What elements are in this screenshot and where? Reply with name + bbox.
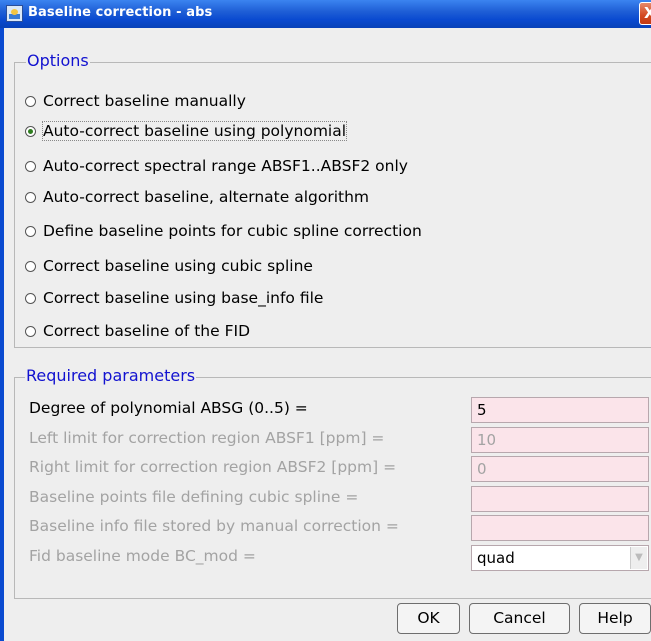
app-icon (6, 5, 23, 22)
option-label: Correct baseline of the FID (43, 322, 251, 340)
radio-selected-icon[interactable] (25, 125, 36, 137)
absg-input[interactable]: 5 (471, 397, 649, 423)
option-base-info-file[interactable]: Correct baseline using base_info file (25, 287, 323, 309)
ok-button[interactable]: OK (397, 603, 460, 634)
radio-icon[interactable] (25, 325, 36, 337)
option-label: Correct baseline manually (43, 92, 246, 110)
param-label: Left limit for correction region ABSF1 [… (29, 429, 385, 447)
window-frame-left (0, 28, 4, 641)
help-button[interactable]: Help (579, 603, 651, 634)
param-label: Baseline info file stored by manual corr… (29, 517, 399, 535)
close-button[interactable]: X (639, 2, 651, 25)
radio-icon[interactable] (25, 191, 36, 203)
spline-file-input[interactable] (471, 486, 649, 512)
param-label: Fid baseline mode BC_mod = (29, 547, 256, 565)
base-info-file-input[interactable] (471, 515, 649, 541)
option-cubic-spline[interactable]: Correct baseline using cubic spline (25, 255, 313, 277)
option-label: Auto-correct spectral range ABSF1..ABSF2… (43, 157, 408, 175)
radio-icon[interactable] (25, 160, 36, 172)
absf1-input[interactable]: 10 (471, 427, 649, 453)
baseline-correction-dialog: Baseline correction - abs X Options Corr… (0, 0, 651, 641)
param-label: Baseline points file defining cubic spli… (29, 488, 359, 506)
option-label: Auto-correct baseline using polynomial (41, 121, 348, 141)
option-auto-polynomial[interactable]: Auto-correct baseline using polynomial (25, 120, 348, 142)
options-legend: Options (26, 51, 90, 70)
chevron-down-icon[interactable]: ▼ (630, 547, 647, 569)
radio-icon[interactable] (25, 260, 36, 272)
window-title: Baseline correction - abs (28, 5, 213, 20)
required-parameters-legend: Required parameters (25, 366, 197, 385)
option-label: Correct baseline using base_info file (43, 289, 324, 307)
param-label: Right limit for correction region ABSF2 … (29, 458, 397, 476)
option-label: Define baseline points for cubic spline … (43, 222, 422, 240)
radio-icon[interactable] (25, 95, 36, 107)
option-label: Auto-correct baseline, alternate algorit… (43, 188, 370, 206)
option-label: Correct baseline using cubic spline (43, 257, 313, 275)
bc-mod-value: quad (477, 549, 515, 567)
cancel-button[interactable]: Cancel (469, 603, 570, 634)
radio-icon[interactable] (25, 292, 36, 304)
option-correct-manually[interactable]: Correct baseline manually (25, 90, 246, 112)
bc-mod-select[interactable]: quad ▼ (471, 545, 649, 571)
option-auto-alternate[interactable]: Auto-correct baseline, alternate algorit… (25, 186, 369, 208)
param-label: Degree of polynomial ABSG (0..5) = (29, 399, 308, 417)
option-auto-spectral-range[interactable]: Auto-correct spectral range ABSF1..ABSF2… (25, 155, 408, 177)
option-baseline-fid[interactable]: Correct baseline of the FID (25, 320, 250, 342)
title-bar[interactable]: Baseline correction - abs X (0, 0, 651, 28)
option-define-spline-points[interactable]: Define baseline points for cubic spline … (25, 220, 422, 242)
absf2-input[interactable]: 0 (471, 456, 649, 482)
radio-icon[interactable] (25, 225, 36, 237)
